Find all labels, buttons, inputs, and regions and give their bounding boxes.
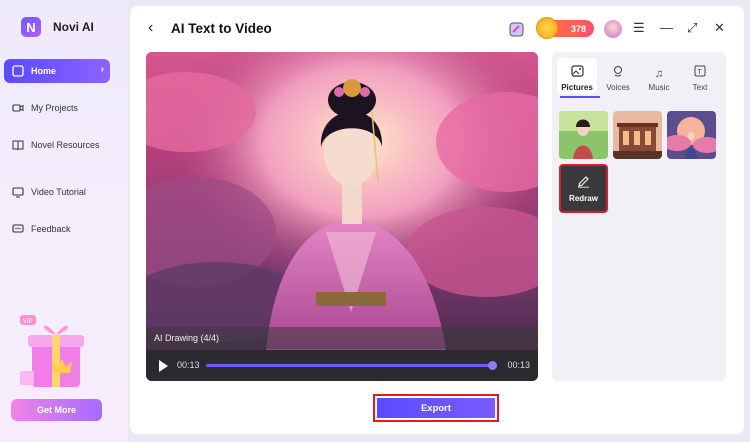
tab-music[interactable]: ♫ Music xyxy=(639,58,679,94)
tab-pictures[interactable]: Pictures xyxy=(557,58,597,94)
picture-icon xyxy=(570,65,584,80)
tab-label: Voices xyxy=(606,83,630,92)
tab-underline xyxy=(560,96,600,98)
export-button[interactable]: Export xyxy=(373,394,499,422)
tab-label: Music xyxy=(648,83,670,92)
sidebar-item-label: Novel Resources xyxy=(31,140,100,150)
playback-controls: 00:13 00:13 xyxy=(146,350,538,381)
sidebar-item-my-projects[interactable]: My Projects xyxy=(4,96,110,120)
feedback-icon xyxy=(11,222,25,236)
close-icon[interactable]: ✕ xyxy=(714,20,725,36)
svg-text:VIP: VIP xyxy=(23,319,33,325)
tab-label: Text xyxy=(692,83,708,92)
minimize-icon[interactable]: — xyxy=(660,20,673,35)
home-icon xyxy=(11,64,25,78)
get-more-button[interactable]: Get More xyxy=(11,399,102,421)
music-icon: ♫ xyxy=(654,68,664,80)
assets-panel: Pictures Voices ♫ Music T Text Redraw xyxy=(552,52,726,381)
maximize-icon[interactable]: ⤢ xyxy=(687,20,697,36)
tab-voices[interactable]: Voices xyxy=(598,58,638,94)
thumbnail-2[interactable] xyxy=(613,111,662,159)
sidebar-item-label: Video Tutorial xyxy=(31,187,86,197)
thumbnail-1[interactable] xyxy=(559,111,608,159)
coin-icon xyxy=(536,17,558,39)
menu-icon[interactable]: ☰ xyxy=(633,20,645,36)
sidebar-item-label: Feedback xyxy=(31,224,71,234)
sidebar-item-novel-resources[interactable]: Novel Resources xyxy=(4,133,110,157)
app-brand: Novi AI xyxy=(53,20,94,34)
gift-box-illustration: VIP xyxy=(14,305,94,395)
back-arrow-icon[interactable]: ‹ xyxy=(148,19,153,37)
svg-text:T: T xyxy=(698,69,703,76)
sidebar-item-label: Home xyxy=(31,66,57,76)
voice-icon xyxy=(612,65,624,80)
sidebar-item-video-tutorial[interactable]: Video Tutorial xyxy=(4,180,110,204)
sidebar-item-feedback[interactable]: Feedback xyxy=(4,217,110,241)
ai-drawing-label: AI Drawing (4/4) xyxy=(146,327,538,349)
video-icon xyxy=(11,101,25,115)
main-panel: ‹ AI Text to Video 378 ☰ — ⤢ ✕ AI Drawin… xyxy=(130,6,744,434)
chevron-right-icon: › xyxy=(100,64,104,75)
tab-label: Pictures xyxy=(561,83,593,92)
paint-tool-icon[interactable] xyxy=(506,18,528,40)
avatar[interactable] xyxy=(604,20,622,38)
sidebar-item-home[interactable]: Home › xyxy=(4,59,110,83)
sidebar-item-label: My Projects xyxy=(31,103,79,113)
total-time: 00:13 xyxy=(507,360,530,370)
page-title: AI Text to Video xyxy=(171,21,272,36)
progress-bar[interactable] xyxy=(206,364,496,367)
tutorial-icon xyxy=(11,185,25,199)
redraw-button[interactable]: Redraw xyxy=(559,164,608,213)
pencil-icon xyxy=(577,175,590,191)
sidebar: N Novi AI Home › My Projects Novel Resou… xyxy=(0,0,128,442)
progress-handle[interactable] xyxy=(488,361,497,370)
thumbnail-3[interactable] xyxy=(667,111,716,159)
text-icon: T xyxy=(694,65,706,80)
app-logo: N xyxy=(21,17,41,37)
video-frame-image xyxy=(146,52,538,350)
tab-text[interactable]: T Text xyxy=(680,58,720,94)
export-label: Export xyxy=(377,398,495,418)
play-icon[interactable] xyxy=(159,360,168,372)
book-icon xyxy=(11,138,25,152)
coins-count: 378 xyxy=(570,23,586,34)
redraw-label: Redraw xyxy=(569,193,598,203)
video-player[interactable]: AI Drawing (4/4) 00:13 00:13 xyxy=(146,52,538,381)
current-time: 00:13 xyxy=(177,360,200,370)
